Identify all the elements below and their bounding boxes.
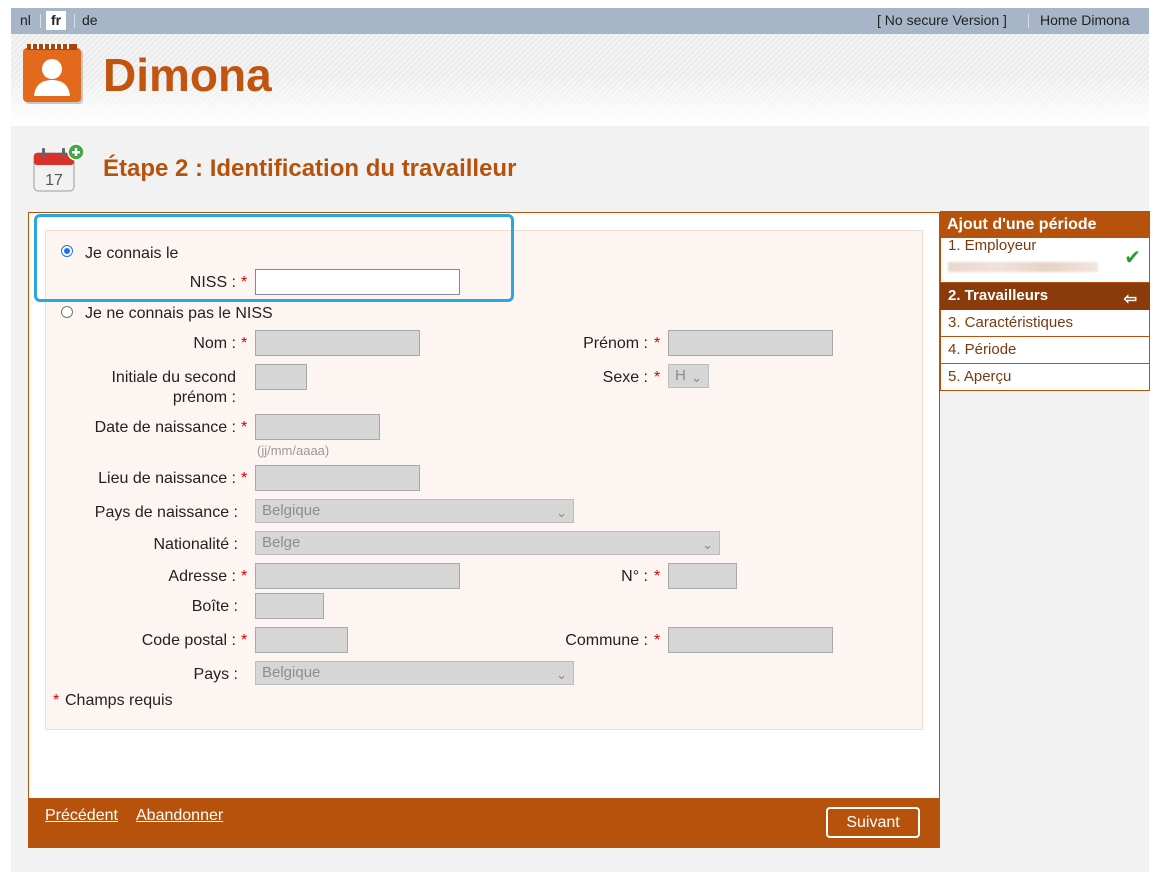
sexe-value: H <box>675 367 686 384</box>
number-input[interactable] <box>668 563 737 589</box>
birthplace-input[interactable] <box>255 465 420 491</box>
divider <box>1028 14 1029 28</box>
chevron-down-icon: ⌄ <box>702 537 713 552</box>
divider <box>40 14 41 28</box>
brand-logo-text: Dimona <box>103 49 272 101</box>
home-link[interactable]: Home Dimona <box>1040 12 1129 28</box>
box-label: Boîte : <box>191 598 238 615</box>
dob-hint: (jj/mm/aaaa) <box>257 443 330 458</box>
lang-de[interactable]: de <box>82 12 98 28</box>
sidebar-item-employeur[interactable]: 1. Employeur ✔ <box>940 237 1150 283</box>
previous-link[interactable]: Précédent <box>45 807 118 825</box>
nom-label: Nom : <box>193 335 236 352</box>
initial-label: Initiale du second <box>111 369 236 386</box>
address-input[interactable] <box>255 563 460 589</box>
required-marker: * <box>241 568 248 585</box>
required-note-marker: * <box>53 692 60 709</box>
nationality-value: Belge <box>262 534 301 551</box>
unknown-niss-radio[interactable] <box>61 306 73 318</box>
required-note: Champs requis <box>65 692 173 709</box>
required-marker: * <box>241 470 248 487</box>
sidebar-item-apercu[interactable]: 5. Aperçu <box>940 364 1150 391</box>
prenom-input[interactable] <box>668 330 833 356</box>
nationality-label: Nationalité : <box>153 536 239 553</box>
divider <box>74 14 75 28</box>
required-marker: * <box>241 335 248 352</box>
lang-nl[interactable]: nl <box>20 12 31 28</box>
birthplace-label: Lieu de naissance : <box>98 470 236 487</box>
dob-label: Date de naissance : <box>94 419 236 436</box>
sidebar-item-travailleurs[interactable]: 2. Travailleurs ⇦ <box>940 283 1150 310</box>
required-marker: * <box>241 632 248 649</box>
number-label: N° : <box>621 568 648 585</box>
dob-input[interactable] <box>255 414 380 440</box>
commune-label: Commune : <box>565 632 648 649</box>
abandon-link[interactable]: Abandonner <box>136 807 223 825</box>
calendar-add-icon: 17 <box>33 143 85 192</box>
sexe-label: Sexe : <box>602 369 648 386</box>
required-marker: * <box>241 419 248 436</box>
country-value: Belgique <box>262 664 321 681</box>
country-label: Pays : <box>193 666 238 683</box>
required-marker: * <box>654 632 661 649</box>
sidebar-item-label: 4. Période <box>948 341 1017 358</box>
postal-input[interactable] <box>255 627 348 653</box>
top-bar: nl fr de [ No secure Version ] Home Dimo… <box>11 8 1149 34</box>
page-title: Étape 2 : Identification du travailleur <box>103 155 517 182</box>
nationality-select[interactable]: Belge ⌄ <box>255 531 720 555</box>
redacted-employer-info <box>948 262 1098 272</box>
commune-input[interactable] <box>668 627 833 653</box>
sidebar-item-label: 5. Aperçu <box>948 368 1012 385</box>
lang-fr[interactable]: fr <box>46 11 67 30</box>
form-footer: Précédent Abandonner Suivant <box>28 798 940 848</box>
chevron-down-icon: ⌄ <box>556 505 567 520</box>
initial-input[interactable] <box>255 364 307 390</box>
birth-country-value: Belgique <box>262 502 321 519</box>
birth-country-label: Pays de naissance : <box>94 504 238 521</box>
initial-label-line2: prénom : <box>172 389 236 406</box>
sexe-select[interactable]: H ⌄ <box>668 364 709 388</box>
chevron-down-icon: ⌄ <box>691 370 702 385</box>
sidebar-item-label: 3. Caractéristiques <box>948 314 1074 331</box>
checkmark-icon: ✔ <box>1124 247 1141 269</box>
nom-input[interactable] <box>255 330 420 356</box>
country-select[interactable]: Belgique ⌄ <box>255 661 574 685</box>
calendar-day: 17 <box>45 172 63 189</box>
birth-country-select[interactable]: Belgique ⌄ <box>255 499 574 523</box>
address-label: Adresse : <box>168 568 236 585</box>
security-notice: [ No secure Version ] <box>877 12 1007 28</box>
postal-label: Code postal : <box>141 632 236 649</box>
next-button[interactable]: Suivant <box>826 807 920 838</box>
unknown-niss-label: Je ne connais pas le NISS <box>85 305 273 322</box>
chevron-down-icon: ⌄ <box>556 667 567 682</box>
prenom-label: Prénom : <box>583 335 648 352</box>
required-marker: * <box>654 369 661 386</box>
required-marker: * <box>654 335 661 352</box>
box-input[interactable] <box>255 593 324 619</box>
sidebar-item-label: 1. Employeur <box>948 237 1037 254</box>
focus-highlight <box>34 214 514 302</box>
sidebar-item-periode[interactable]: 4. Période <box>940 337 1150 364</box>
required-marker: * <box>654 568 661 585</box>
sidebar-item-caracteristiques[interactable]: 3. Caractéristiques <box>940 310 1150 337</box>
header: Dimona <box>11 34 1149 126</box>
sidebar-item-label: 2. Travailleurs <box>948 287 1049 304</box>
person-card-icon <box>23 44 83 104</box>
